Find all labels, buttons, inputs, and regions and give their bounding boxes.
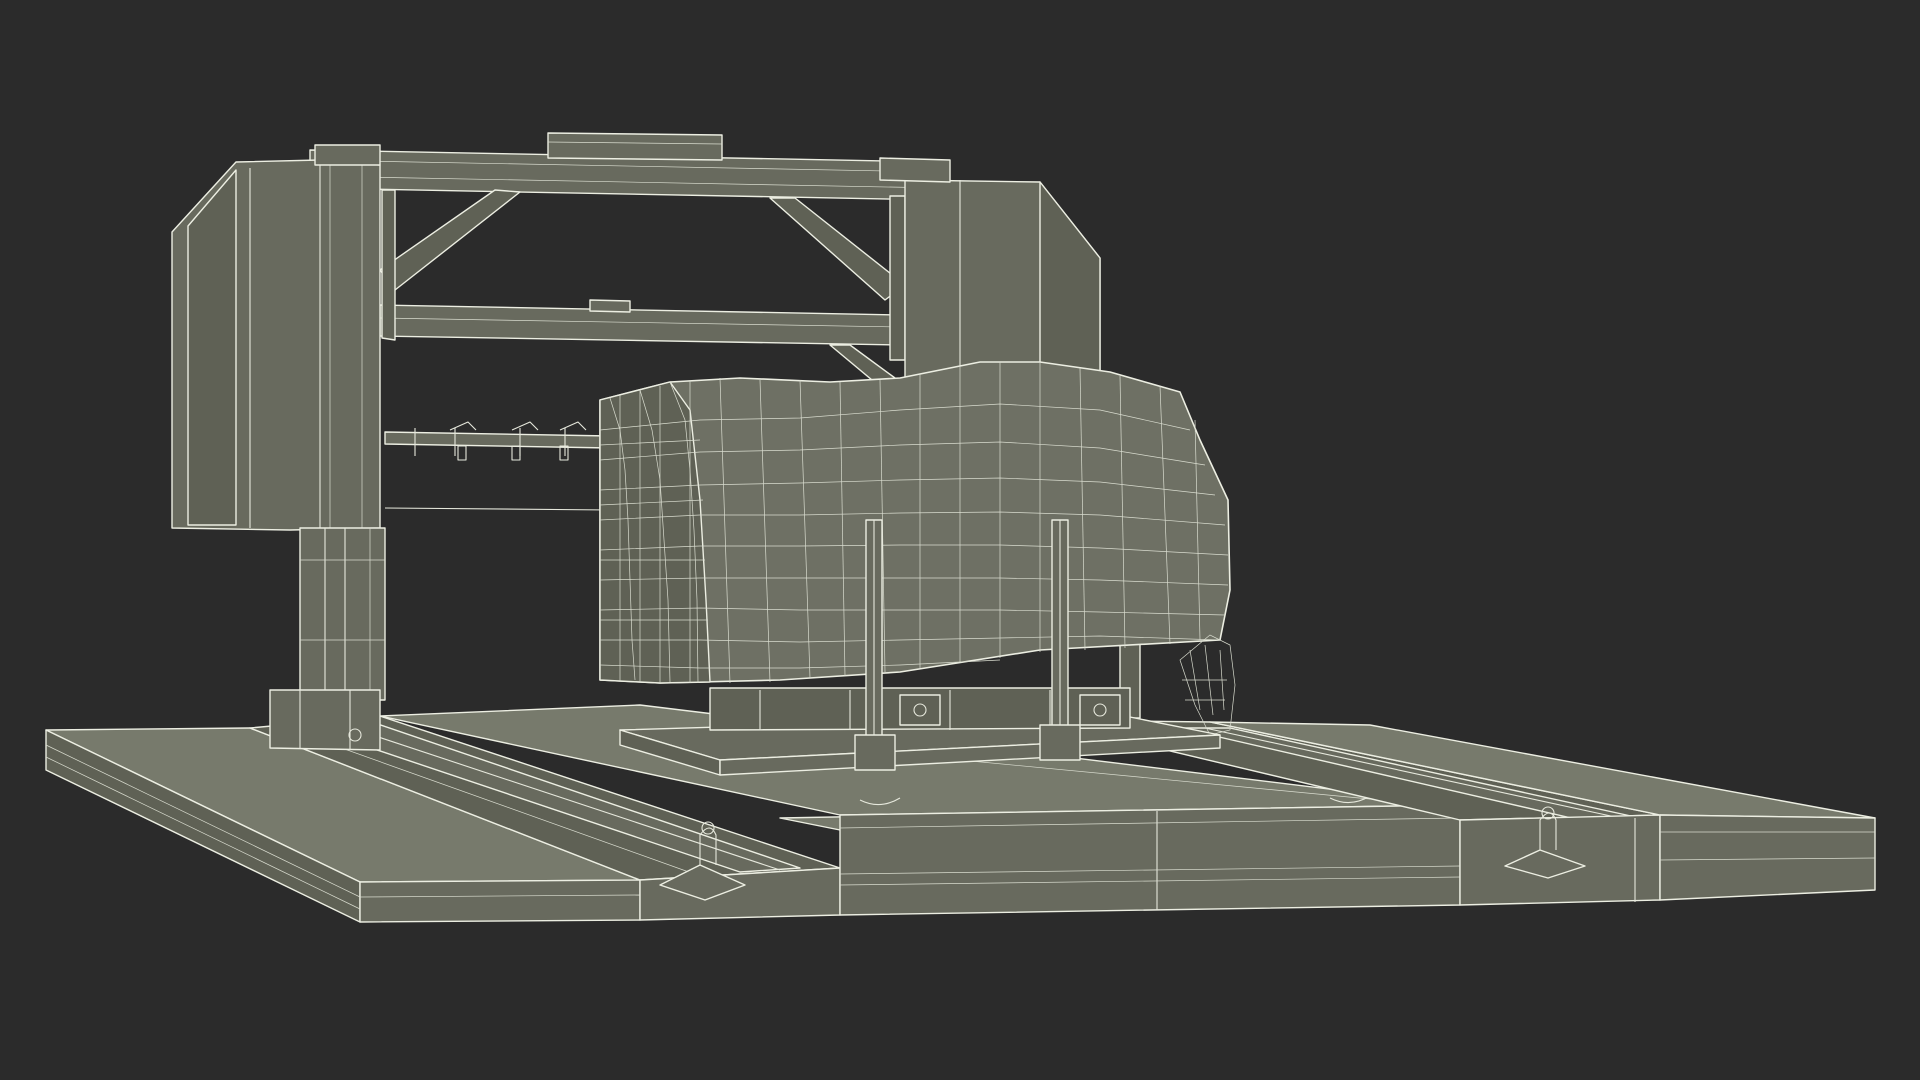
left-platform-front-face — [359, 879, 641, 923]
center-platform-front — [839, 804, 1461, 916]
top-beam-motor-box — [547, 132, 723, 161]
log-bark-fringe — [1179, 634, 1236, 736]
right-platform-front — [1659, 814, 1876, 901]
sawmill-wireframe-render — [45, 132, 1876, 923]
blade-guide-arm — [384, 421, 611, 511]
left-leg-base — [269, 689, 381, 751]
left-brace — [379, 189, 521, 291]
left-leg — [299, 527, 386, 701]
right-brace — [769, 197, 906, 301]
middle-beam — [379, 304, 901, 346]
render-viewport — [0, 0, 1920, 1080]
